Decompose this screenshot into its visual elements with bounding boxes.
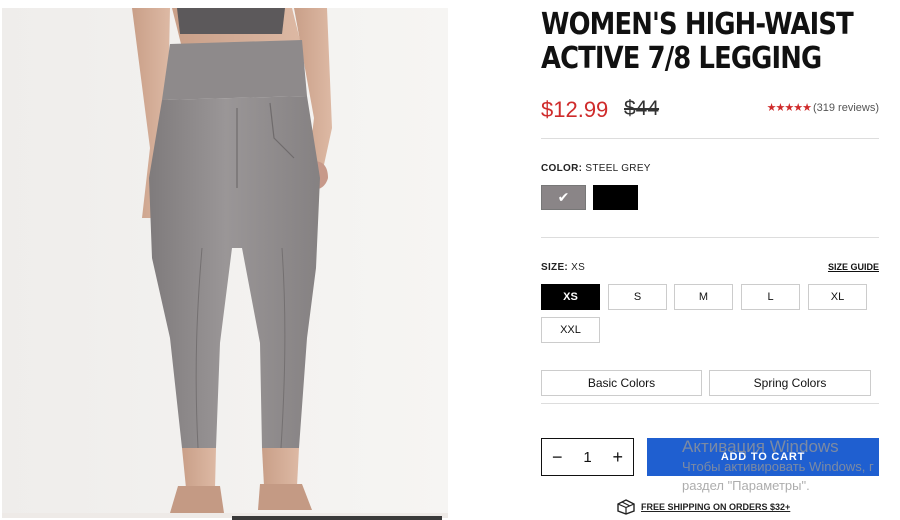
increase-quantity-button[interactable]: + xyxy=(612,448,623,466)
divider xyxy=(541,138,879,139)
watermark-title: Активация Windows xyxy=(682,437,839,456)
sale-price: $12.99 xyxy=(541,97,609,122)
product-title: WOMEN'S HIGH-WAIST ACTIVE 7/8 LEGGING xyxy=(541,8,854,76)
box-icon xyxy=(617,499,635,515)
size-guide-link[interactable]: SIZE GUIDE xyxy=(828,262,879,272)
divider xyxy=(541,237,879,238)
size-option-xs[interactable]: XS xyxy=(541,284,600,310)
selected-size: XS xyxy=(571,262,586,273)
size-option-m[interactable]: M xyxy=(674,284,733,310)
check-icon: ✔ xyxy=(557,189,570,205)
quantity-stepper: − 1 + xyxy=(541,438,634,476)
selected-color: STEEL GREY xyxy=(585,163,651,174)
product-photo[interactable] xyxy=(2,8,448,518)
watermark-line3: раздел "Параметры". xyxy=(682,478,810,493)
size-label-text: SIZE: xyxy=(541,262,569,273)
watermark-line2: Чтобы активировать Windows, г xyxy=(682,459,874,474)
original-price: $44 xyxy=(624,97,660,120)
image-scroll-indicator[interactable] xyxy=(232,516,442,520)
size-option-l[interactable]: L xyxy=(741,284,800,310)
size-option-xl[interactable]: XL xyxy=(808,284,867,310)
review-count[interactable]: (319 reviews) xyxy=(813,102,879,114)
legging-image xyxy=(2,8,448,518)
swatch-black[interactable] xyxy=(593,185,638,210)
decrease-quantity-button[interactable]: − xyxy=(552,448,563,466)
product-media xyxy=(0,0,460,520)
windows-activation-watermark: Активация Windows Чтобы активировать Win… xyxy=(682,437,874,495)
product-title-line1: WOMEN'S HIGH-WAIST xyxy=(541,7,854,42)
size-option-s[interactable]: S xyxy=(608,284,667,310)
color-label-text: COLOR: xyxy=(541,163,583,174)
spring-colors-button[interactable]: Spring Colors xyxy=(709,370,871,396)
quantity-value[interactable]: 1 xyxy=(583,449,591,466)
basic-colors-button[interactable]: Basic Colors xyxy=(541,370,702,396)
free-shipping-text: FREE SHIPPING ON ORDERS $32+ xyxy=(641,502,791,512)
divider xyxy=(541,403,879,404)
rating[interactable]: ★★★★★ (319 reviews) xyxy=(766,101,879,115)
swatch-steel-grey[interactable]: ✔ xyxy=(541,185,586,210)
free-shipping-link[interactable]: FREE SHIPPING ON ORDERS $32+ xyxy=(617,499,790,515)
star-rating-icon: ★★★★★ xyxy=(766,102,812,114)
color-label: COLOR: STEEL GREY xyxy=(541,163,651,174)
size-label: SIZE: XS xyxy=(541,262,585,273)
product-title-line2: ACTIVE 7/8 LEGGING xyxy=(541,41,822,76)
size-option-xxl[interactable]: XXL xyxy=(541,317,600,343)
